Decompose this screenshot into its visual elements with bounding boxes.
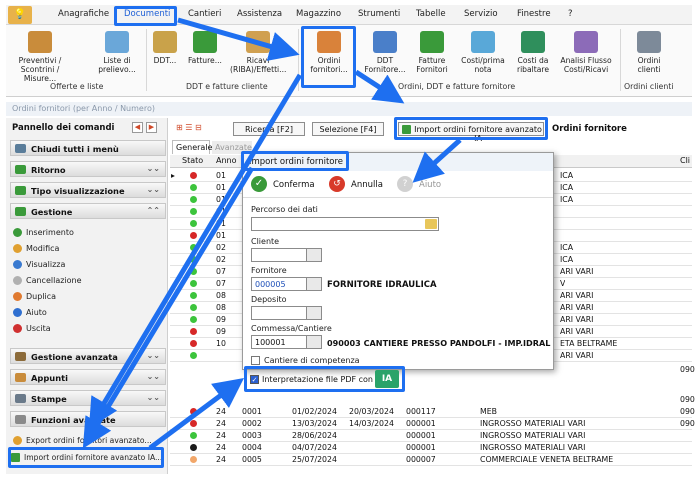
annotation-arrows xyxy=(82,17,462,451)
